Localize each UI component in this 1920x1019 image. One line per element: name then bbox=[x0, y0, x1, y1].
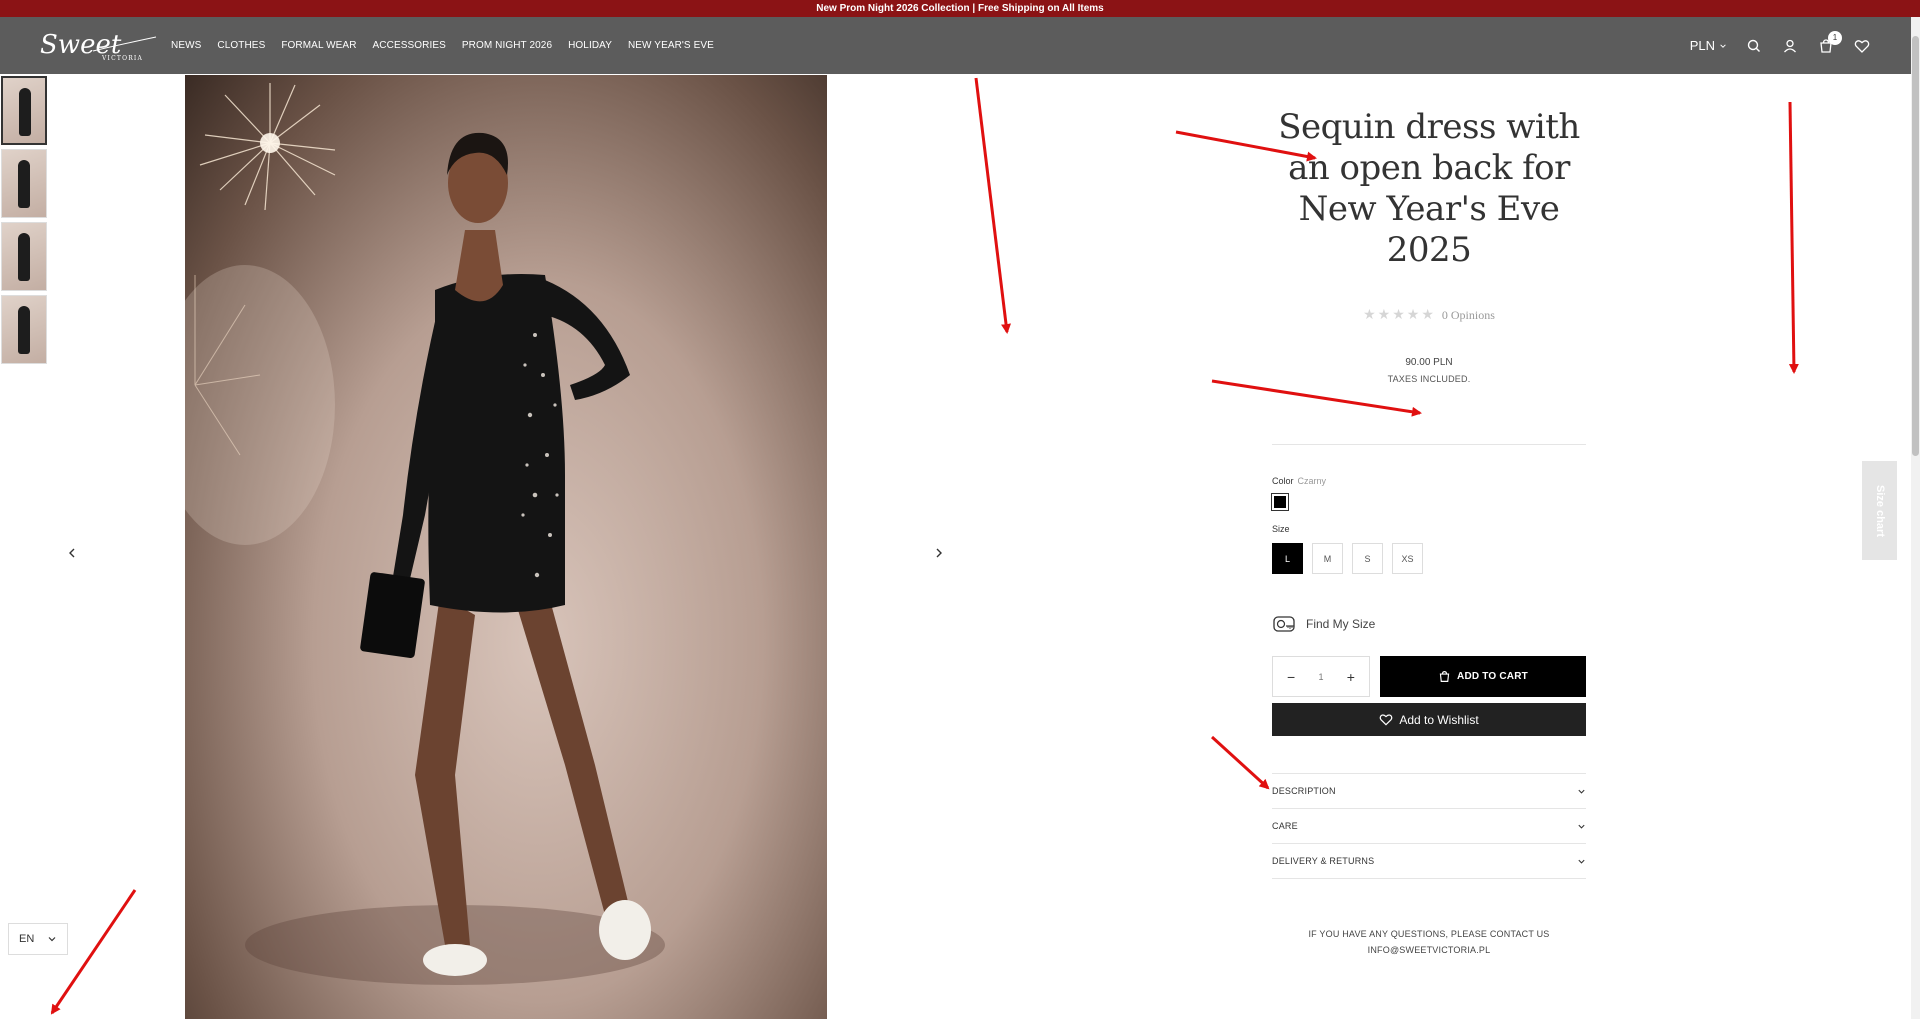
chevron-down-icon bbox=[48, 937, 56, 942]
gallery-prev-button[interactable] bbox=[62, 543, 82, 563]
thumbnail-2[interactable] bbox=[1, 149, 47, 218]
annotation-arrow bbox=[1788, 101, 1799, 374]
thumbnail-1[interactable] bbox=[1, 76, 47, 145]
product-page: New Prom Night 2026 Collection | Free Sh… bbox=[0, 0, 1920, 1019]
header-actions: PLN 1 bbox=[1690, 17, 1871, 74]
cart-count-badge: 1 bbox=[1828, 30, 1842, 45]
gallery-next-button[interactable] bbox=[929, 543, 949, 563]
contact-text: IF YOU HAVE ANY QUESTIONS, PLEASE CONTAC… bbox=[1308, 929, 1550, 939]
heart-icon bbox=[1379, 714, 1393, 726]
thumbnail-gallery bbox=[0, 75, 48, 368]
nav-news[interactable]: NEWS bbox=[171, 40, 201, 51]
site-logo[interactable]: Sweet VICTORIA bbox=[38, 27, 158, 63]
color-label-text: Color bbox=[1272, 476, 1294, 486]
search-button[interactable] bbox=[1745, 37, 1763, 55]
scrollbar-thumb[interactable] bbox=[1912, 36, 1919, 456]
chevron-down-icon bbox=[1720, 43, 1726, 48]
product-photo bbox=[185, 83, 665, 985]
nav-new-years-eve[interactable]: NEW YEAR'S EVE bbox=[628, 40, 714, 51]
logo-subtext: VICTORIA bbox=[101, 55, 143, 62]
language-selector[interactable]: EN bbox=[8, 923, 68, 955]
star-icon: ★ bbox=[1363, 308, 1376, 323]
quantity-stepper: − 1 + bbox=[1272, 656, 1370, 697]
announcement-text: New Prom Night 2026 Collection | Free Sh… bbox=[816, 3, 1104, 14]
annotation-arrow bbox=[1210, 735, 1270, 790]
account-button[interactable] bbox=[1781, 37, 1799, 55]
size-option-m[interactable]: M bbox=[1312, 543, 1343, 574]
nav-formal-wear[interactable]: FORMAL WEAR bbox=[281, 40, 356, 51]
quantity-input[interactable]: 1 bbox=[1318, 672, 1323, 682]
add-to-wishlist-label: Add to Wishlist bbox=[1399, 712, 1479, 727]
size-chart-label: Size chart bbox=[1873, 484, 1886, 537]
search-icon bbox=[1747, 39, 1760, 52]
language-label: EN bbox=[19, 933, 35, 945]
product-rating[interactable]: ★ ★ ★ ★ ★ 0 Opinions bbox=[1272, 307, 1586, 324]
chevron-down-icon bbox=[1578, 789, 1585, 794]
chevron-right-icon bbox=[936, 548, 942, 558]
find-my-size-link[interactable]: Find My Size bbox=[1272, 614, 1375, 634]
tape-measure-icon bbox=[1273, 616, 1295, 632]
wishlist-header-button[interactable] bbox=[1853, 37, 1871, 55]
tax-note: TAXES INCLUDED. bbox=[1387, 374, 1471, 384]
currency-selector[interactable]: PLN bbox=[1690, 38, 1727, 53]
star-icon: ★ bbox=[1392, 308, 1405, 323]
nav-accessories[interactable]: ACCESSORIES bbox=[373, 40, 446, 51]
size-option-xs[interactable]: XS bbox=[1392, 543, 1423, 574]
contact-info: IF YOU HAVE ANY QUESTIONS, PLEASE CONTAC… bbox=[1272, 926, 1586, 958]
main-product-image bbox=[185, 75, 827, 1019]
heart-icon bbox=[1854, 39, 1870, 53]
accordion-delivery-returns[interactable]: DELIVERY & RETURNS bbox=[1272, 843, 1586, 878]
thumbnail-4[interactable] bbox=[1, 295, 47, 364]
cart-button[interactable]: 1 bbox=[1817, 30, 1842, 55]
quantity-increase-button[interactable]: + bbox=[1347, 669, 1355, 685]
chevron-down-icon bbox=[1578, 859, 1585, 864]
thumbnail-3[interactable] bbox=[1, 222, 47, 291]
size-label: Size bbox=[1272, 524, 1290, 534]
rating-count[interactable]: 0 Opinions bbox=[1442, 308, 1495, 323]
color-value: Czarny bbox=[1297, 476, 1327, 486]
chevron-left-icon bbox=[69, 548, 75, 558]
contact-email-link[interactable]: INFO@SWEETVICTORIA.PL bbox=[1272, 942, 1586, 958]
accordion-care[interactable]: CARE bbox=[1272, 808, 1586, 843]
find-my-size-label: Find My Size bbox=[1306, 617, 1376, 631]
main-nav: NEWS CLOTHES FORMAL WEAR ACCESSORIES PRO… bbox=[171, 17, 714, 74]
quantity-decrease-button[interactable]: − bbox=[1287, 669, 1295, 685]
nav-holiday[interactable]: HOLIDAY bbox=[568, 40, 612, 51]
star-icon: ★ bbox=[1421, 308, 1434, 323]
cart-icon bbox=[1439, 671, 1450, 682]
annotation-arrow bbox=[974, 77, 1011, 334]
user-icon bbox=[1784, 39, 1796, 52]
page-scrollbar[interactable] bbox=[1911, 17, 1920, 1019]
site-header: Sweet VICTORIA NEWS CLOTHES FORMAL WEAR … bbox=[0, 17, 1911, 74]
star-icon: ★ bbox=[1406, 308, 1420, 323]
size-option-l[interactable]: L bbox=[1272, 543, 1303, 574]
nav-clothes[interactable]: CLOTHES bbox=[217, 40, 265, 51]
accordion-description-label: DESCRIPTION bbox=[1272, 786, 1336, 796]
chevron-down-icon bbox=[1578, 824, 1585, 829]
size-chart-tab[interactable]: Size chart bbox=[1862, 461, 1897, 560]
product-title: Sequin dress with an open back for New Y… bbox=[1278, 107, 1580, 270]
add-to-cart-label: ADD TO CART bbox=[1457, 671, 1528, 682]
size-options: L M S XS bbox=[1272, 543, 1423, 574]
currency-label: PLN bbox=[1689, 38, 1715, 53]
product-price: 90.00 PLN bbox=[1405, 357, 1453, 368]
accordion-delivery-label: DELIVERY & RETURNS bbox=[1272, 856, 1375, 866]
add-to-wishlist-button[interactable]: Add to Wishlist bbox=[1272, 703, 1586, 736]
color-swatch-black[interactable] bbox=[1271, 493, 1289, 511]
color-label: Color Czarny bbox=[1272, 476, 1326, 486]
annotation-arrow bbox=[1211, 379, 1422, 417]
nav-prom-night[interactable]: PROM NIGHT 2026 bbox=[462, 40, 552, 51]
divider bbox=[1272, 444, 1586, 445]
add-to-cart-button[interactable]: ADD TO CART bbox=[1380, 656, 1586, 697]
logo-mark: Sweet VICTORIA bbox=[40, 30, 157, 62]
accordion-care-label: CARE bbox=[1272, 821, 1298, 831]
divider bbox=[1272, 878, 1586, 879]
accordion-description[interactable]: DESCRIPTION bbox=[1272, 773, 1586, 808]
announcement-bar: New Prom Night 2026 Collection | Free Sh… bbox=[0, 0, 1920, 17]
size-option-s[interactable]: S bbox=[1352, 543, 1383, 574]
star-icon: ★ bbox=[1377, 308, 1391, 323]
